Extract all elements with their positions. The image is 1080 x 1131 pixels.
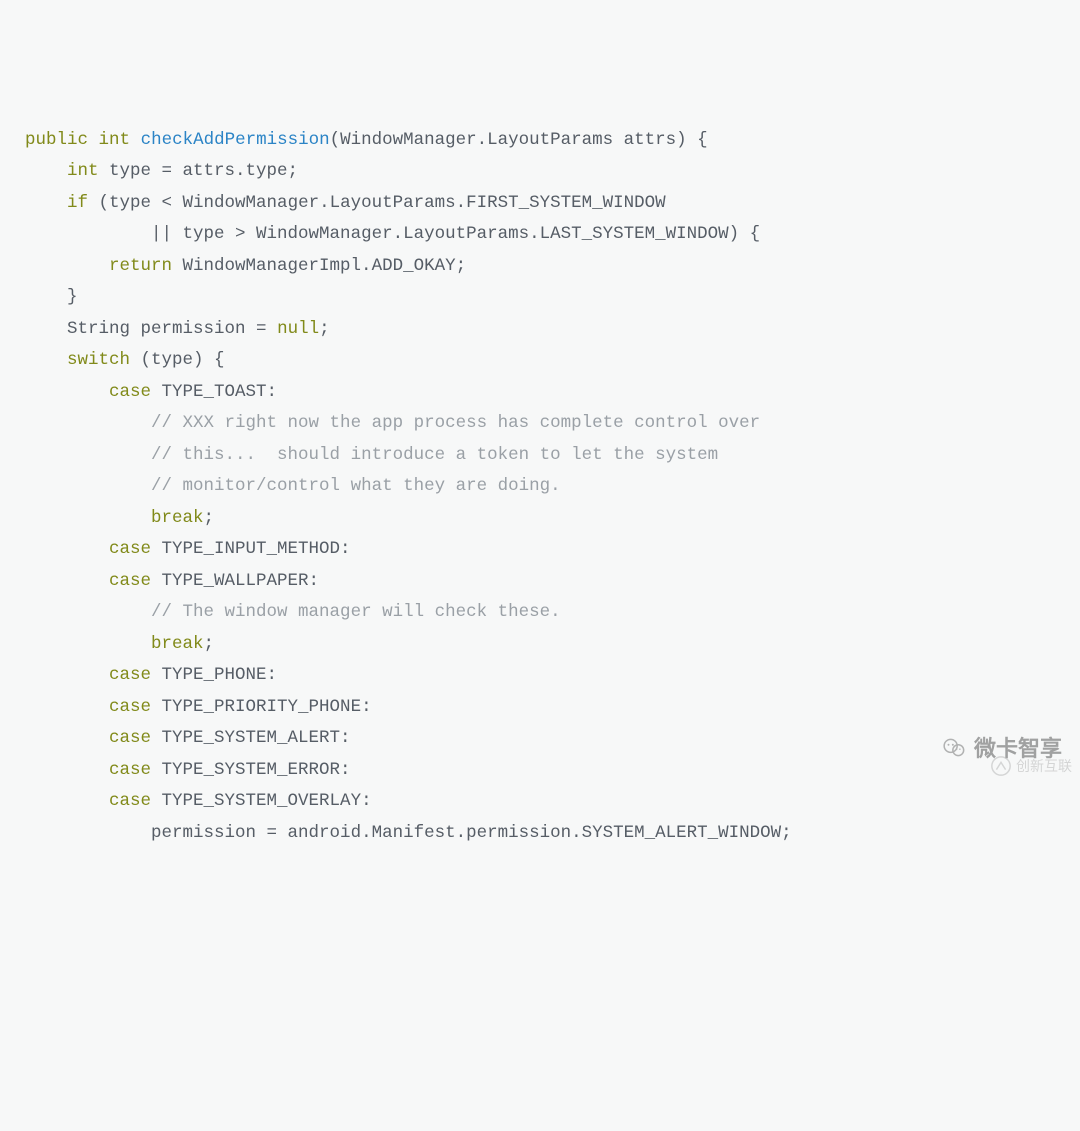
keyword-token: case [109, 539, 151, 559]
code-line: if (type < WindowManager.LayoutParams.FI… [25, 188, 1055, 220]
code-line: case TYPE_SYSTEM_ALERT: [25, 723, 1055, 755]
code-line: || type > WindowManager.LayoutParams.LAS… [25, 219, 1055, 251]
keyword-token: int [99, 130, 131, 150]
code-line: // XXX right now the app process has com… [25, 408, 1055, 440]
code-line: case TYPE_PHONE: [25, 660, 1055, 692]
function-name-token: checkAddPermission [141, 130, 330, 150]
keyword-token: case [109, 665, 151, 685]
keyword-token: int [67, 161, 99, 181]
comment-token: // The window manager will check these. [151, 602, 561, 622]
keyword-token: case [109, 697, 151, 717]
comment-token: // XXX right now the app process has com… [151, 413, 760, 433]
keyword-token: case [109, 760, 151, 780]
comment-token: // this... should introduce a token to l… [151, 445, 718, 465]
keyword-token: switch [67, 350, 130, 370]
brand-logo-icon [990, 755, 1012, 777]
code-line: // The window manager will check these. [25, 597, 1055, 629]
wechat-icon [942, 735, 968, 761]
code-line: case TYPE_SYSTEM_ERROR: [25, 755, 1055, 787]
code-line: break; [25, 629, 1055, 661]
keyword-token: public [25, 130, 88, 150]
keyword-token: null [277, 319, 319, 339]
code-line: case TYPE_INPUT_METHOD: [25, 534, 1055, 566]
code-line: } [25, 282, 1055, 314]
code-line: case TYPE_PRIORITY_PHONE: [25, 692, 1055, 724]
comment-token: // monitor/control what they are doing. [151, 476, 561, 496]
keyword-token: break [151, 634, 204, 654]
code-line: case TYPE_WALLPAPER: [25, 566, 1055, 598]
keyword-token: break [151, 508, 204, 528]
keyword-token: case [109, 791, 151, 811]
code-block: public int checkAddPermission(WindowMana… [25, 125, 1055, 850]
code-line: // monitor/control what they are doing. [25, 471, 1055, 503]
code-line: switch (type) { [25, 345, 1055, 377]
keyword-token: case [109, 728, 151, 748]
code-line: return WindowManagerImpl.ADD_OKAY; [25, 251, 1055, 283]
code-line: int type = attrs.type; [25, 156, 1055, 188]
keyword-token: case [109, 571, 151, 591]
code-line: public int checkAddPermission(WindowMana… [25, 125, 1055, 157]
keyword-token: if [67, 193, 88, 213]
code-line: case TYPE_TOAST: [25, 377, 1055, 409]
code-line: permission = android.Manifest.permission… [25, 818, 1055, 850]
code-line: case TYPE_SYSTEM_OVERLAY: [25, 786, 1055, 818]
keyword-token: return [109, 256, 172, 276]
code-line: break; [25, 503, 1055, 535]
code-line: // this... should introduce a token to l… [25, 440, 1055, 472]
watermark-brand-text: 创新互联 [1016, 751, 1072, 783]
keyword-token: case [109, 382, 151, 402]
watermark-brand: 创新互联 [982, 747, 1080, 787]
code-line: String permission = null; [25, 314, 1055, 346]
